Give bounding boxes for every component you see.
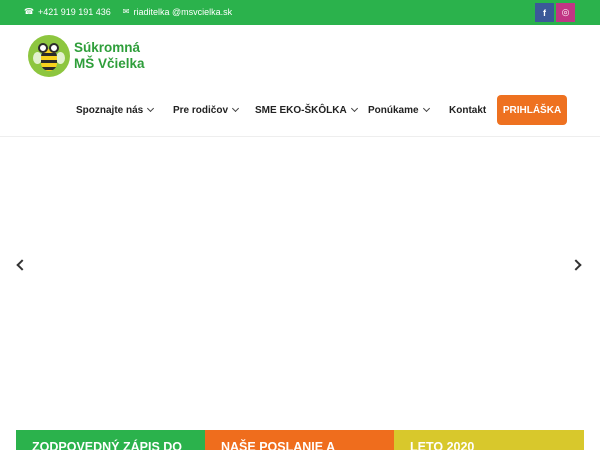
chevron-down-icon — [147, 104, 155, 113]
feature-box-leto[interactable]: LETO 2020 — [394, 430, 584, 450]
instagram-icon[interactable]: ◎ — [556, 3, 575, 22]
logo-line-1: Súkromná — [74, 40, 141, 55]
chevron-down-icon — [231, 104, 240, 113]
slider-prev-arrow-icon[interactable] — [14, 258, 28, 272]
nav-item-sme-eko-skolka[interactable]: SME EKO-ŠKÔLKA — [255, 95, 358, 125]
nav-item-pre-rodicov[interactable]: Pre rodičov — [173, 95, 240, 125]
email-address: riaditelka @msvcielka.sk — [133, 7, 233, 17]
feature-box-poslanie[interactable]: NAŠE POSLANIE A — [205, 430, 394, 450]
hero-slider — [0, 138, 600, 430]
phone-icon: ☎ — [24, 7, 34, 16]
site-logo[interactable]: Súkromná MŠ Včielka — [28, 35, 145, 77]
site-header: Súkromná MŠ Včielka Spoznajte nás Pre ro… — [0, 25, 600, 137]
nav-item-spoznajte-nas[interactable]: Spoznajte nás — [76, 95, 155, 125]
chevron-down-icon — [350, 104, 358, 113]
main-nav: Spoznajte nás Pre rodičov SME EKO-ŠKÔLKA… — [0, 95, 600, 125]
chevron-down-icon — [422, 104, 430, 113]
nav-item-label: Kontakt — [449, 104, 487, 116]
envelope-icon: ✉ — [122, 7, 130, 16]
feature-box-zapis[interactable]: ZODPOVEDNÝ ZÁPIS DO — [16, 430, 205, 450]
phone-link[interactable]: ☎ +421 919 191 436 — [24, 7, 111, 17]
email-link[interactable]: ✉ riaditelka @msvcielka.sk — [123, 7, 232, 17]
nav-item-label: Pre rodičov — [173, 104, 229, 116]
nav-item-ponukame[interactable]: Ponúkame — [368, 95, 430, 125]
logo-text: Súkromná MŠ Včielka — [74, 40, 145, 72]
application-button[interactable]: PRIHLÁŠKA — [497, 95, 567, 125]
facebook-icon[interactable]: f — [535, 3, 554, 22]
phone-number: +421 919 191 436 — [37, 7, 111, 17]
nav-item-label: SME EKO-ŠKÔLKA — [255, 104, 347, 116]
nav-item-kontakt[interactable]: Kontakt — [449, 95, 486, 125]
top-bar: ☎ +421 919 191 436 ✉ riaditelka @msvciel… — [0, 0, 600, 25]
contact-info: ☎ +421 919 191 436 ✉ riaditelka @msvciel… — [24, 7, 244, 17]
bee-mascot-icon — [28, 35, 70, 77]
slider-next-arrow-icon[interactable] — [570, 258, 586, 272]
nav-item-label: Ponúkame — [368, 104, 419, 116]
logo-line-2: MŠ Včielka — [74, 56, 145, 71]
nav-item-label: Spoznajte nás — [76, 104, 144, 116]
